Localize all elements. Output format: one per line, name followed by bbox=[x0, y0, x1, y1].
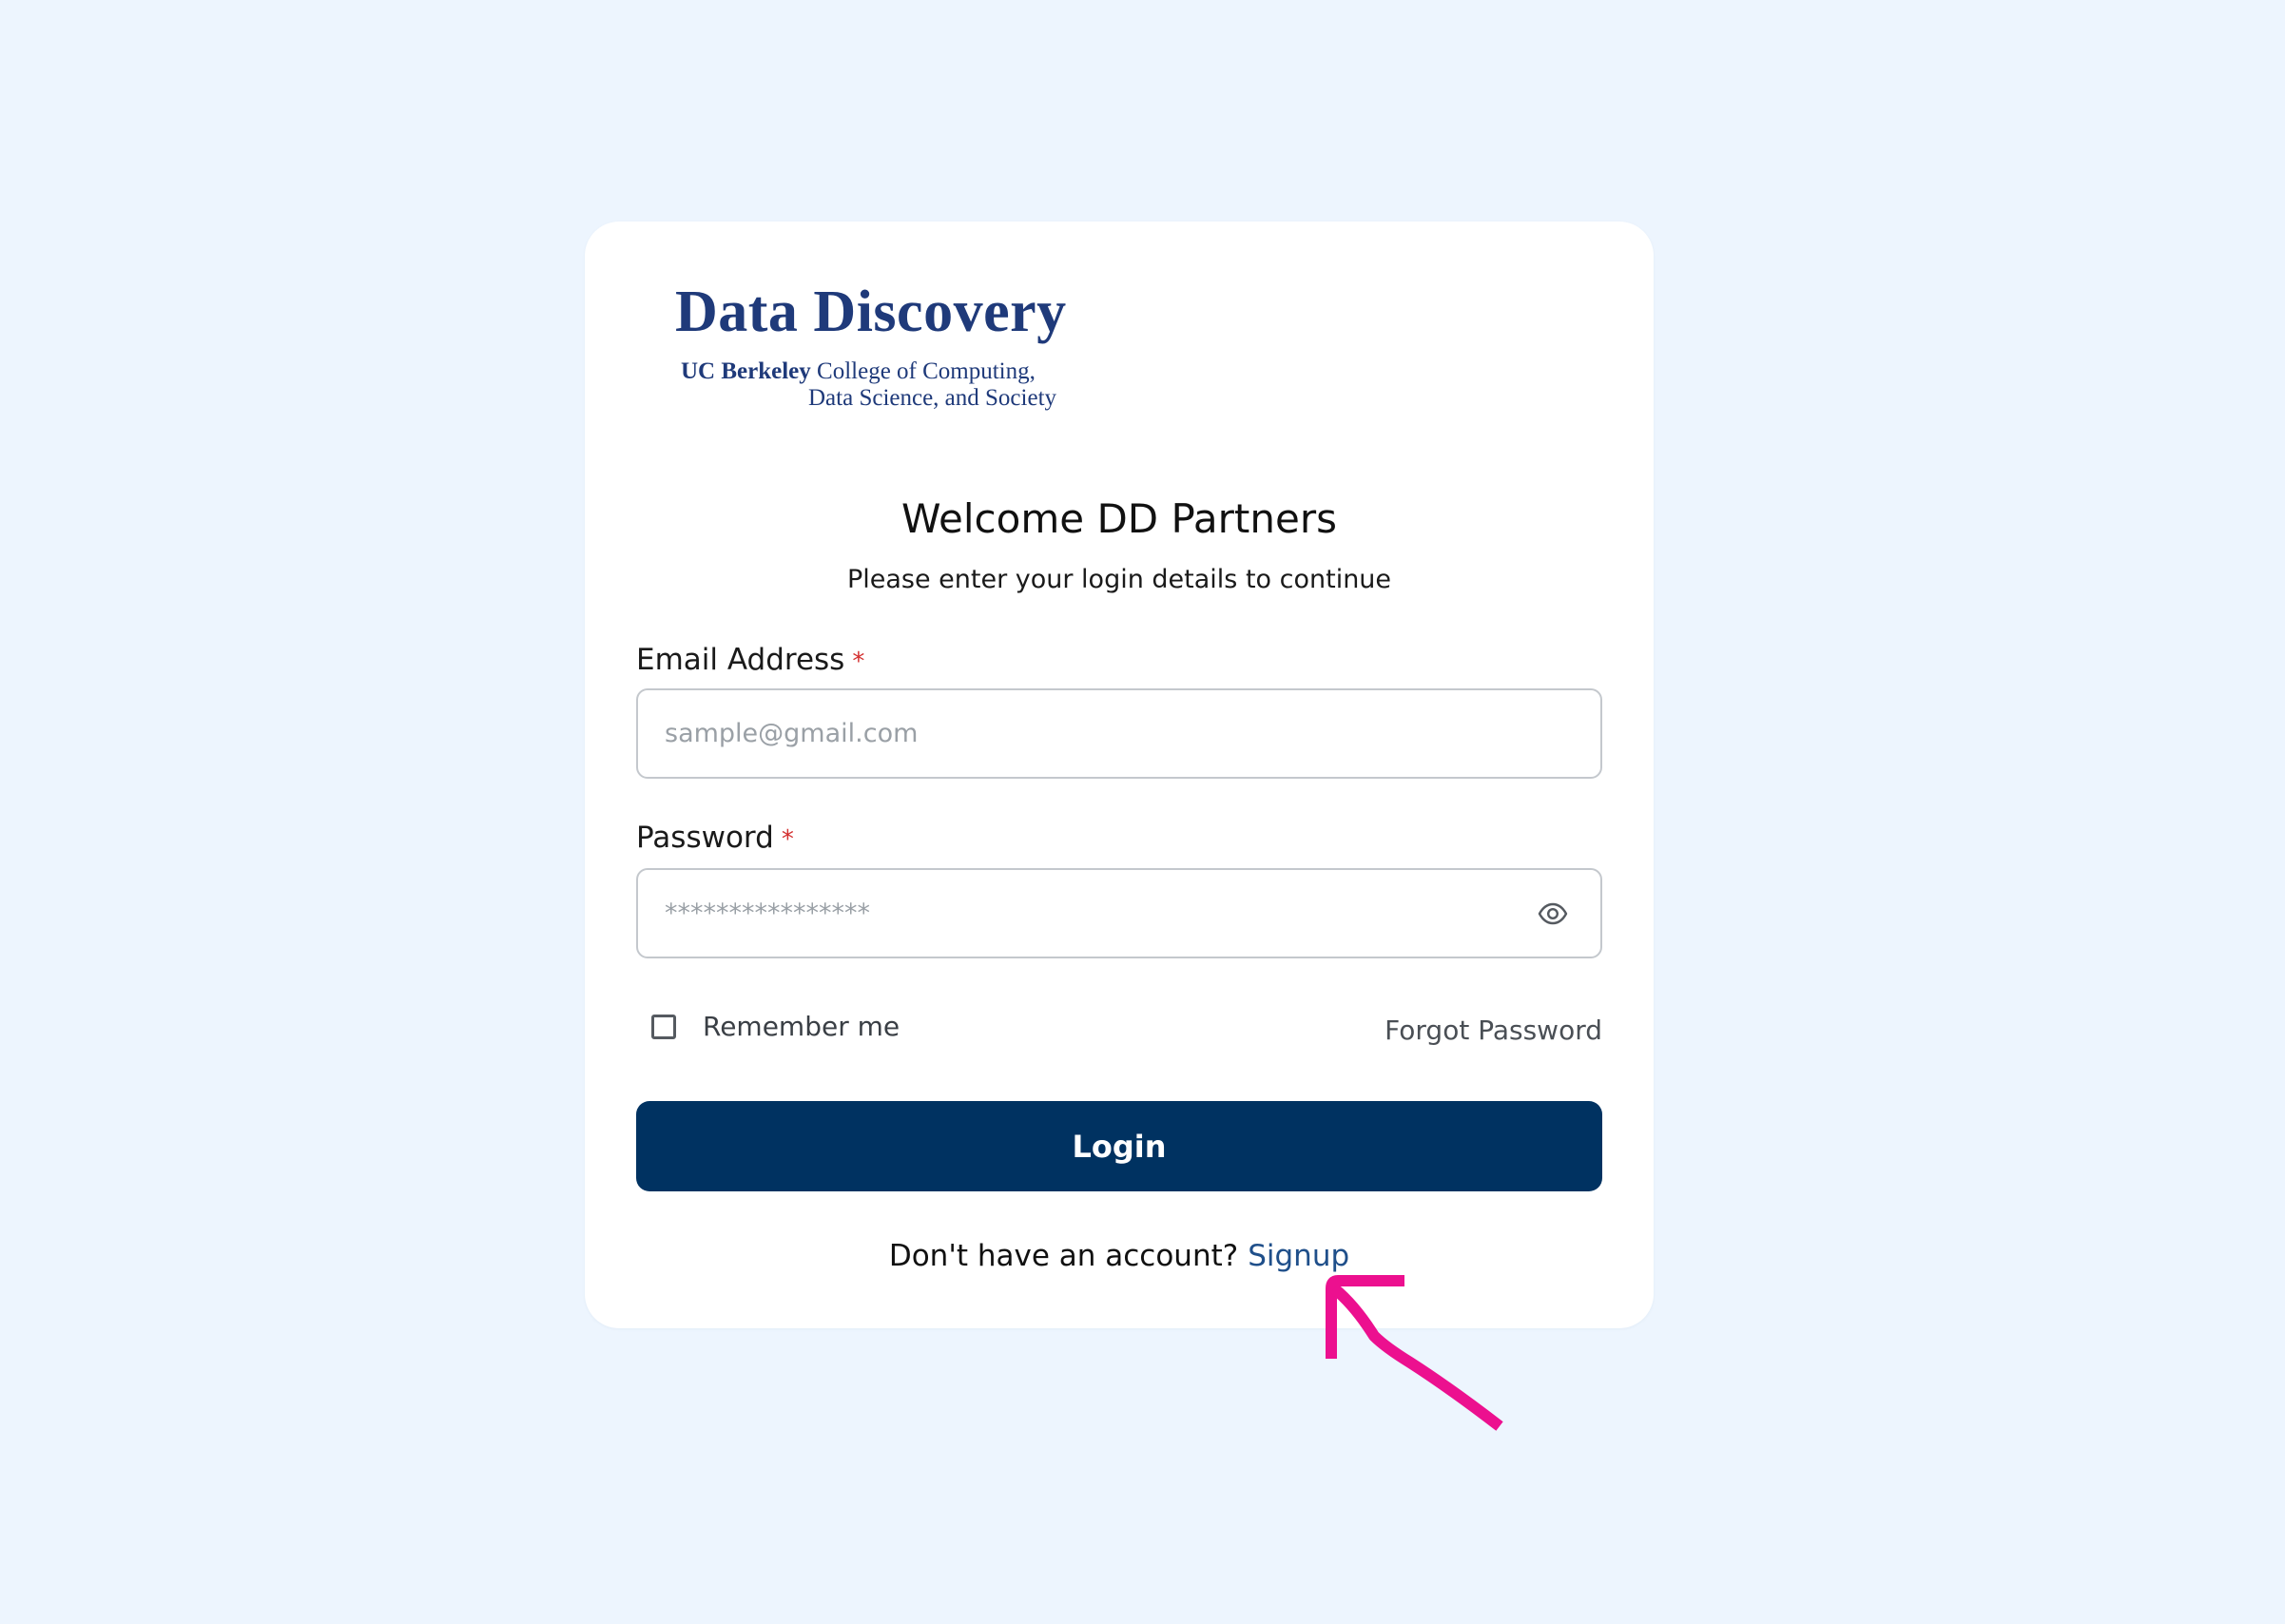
password-field[interactable] bbox=[665, 870, 1520, 957]
login-button[interactable]: Login bbox=[636, 1101, 1602, 1191]
remember-me[interactable]: Remember me bbox=[651, 1011, 900, 1042]
required-marker: * bbox=[781, 825, 794, 854]
remember-me-label: Remember me bbox=[703, 1011, 900, 1042]
password-label: Password * bbox=[636, 821, 794, 855]
logo-subtitle-bold: UC Berkeley bbox=[681, 358, 811, 384]
email-field[interactable] bbox=[665, 690, 1520, 777]
password-field-box[interactable] bbox=[636, 868, 1602, 958]
logo-title: Data Discovery bbox=[675, 280, 1067, 344]
remember-me-checkbox[interactable] bbox=[651, 1014, 676, 1039]
signup-row: Don't have an account? Signup bbox=[585, 1239, 1654, 1273]
password-label-text: Password bbox=[636, 821, 774, 855]
signup-prompt: Don't have an account? bbox=[888, 1239, 1239, 1273]
eye-icon[interactable] bbox=[1538, 899, 1568, 929]
page-subtitle: Please enter your login details to conti… bbox=[846, 565, 1392, 594]
signup-link[interactable]: Signup bbox=[1248, 1239, 1349, 1273]
email-field-box[interactable] bbox=[636, 688, 1602, 779]
required-marker: * bbox=[852, 648, 865, 676]
login-card: Data Discovery UC Berkeley College of Co… bbox=[585, 222, 1654, 1328]
annotation-arrow-icon bbox=[1326, 1275, 1503, 1431]
email-label-text: Email Address bbox=[636, 643, 845, 677]
page-title: Welcome DD Partners bbox=[900, 495, 1338, 542]
forgot-password-link[interactable]: Forgot Password bbox=[1385, 1015, 1602, 1046]
logo-subtitle-line2: Data Science, and Society bbox=[808, 385, 1057, 411]
data-discovery-logo: Data Discovery UC Berkeley College of Co… bbox=[661, 279, 1117, 412]
logo-subtitle-line1: UC Berkeley College of Computing, bbox=[681, 358, 1036, 385]
email-label: Email Address * bbox=[636, 643, 864, 677]
logo-subtitle-rest: College of Computing, bbox=[810, 358, 1036, 384]
